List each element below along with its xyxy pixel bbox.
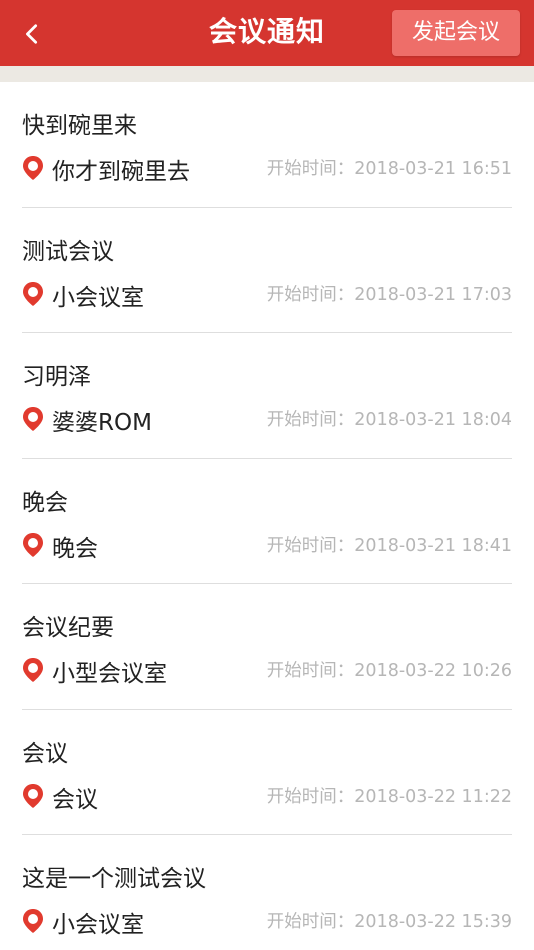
meeting-list-item[interactable]: 快到碗里来 你才到碗里去 开始时间：2018-03-21 16:51 <box>0 82 534 208</box>
meeting-location: 你才到碗里去 <box>52 159 190 185</box>
location-pin-icon <box>23 909 43 933</box>
meeting-title: 会议 <box>22 740 68 767</box>
meeting-list-item[interactable]: 会议 会议 开始时间：2018-03-22 11:22 <box>0 710 534 835</box>
meeting-start-time: 开始时间：2018-03-22 11:22 <box>266 786 512 807</box>
meeting-list: 快到碗里来 你才到碗里去 开始时间：2018-03-21 16:51 测试会议 … <box>0 82 534 950</box>
meeting-start-time: 开始时间：2018-03-22 10:26 <box>266 661 512 681</box>
meeting-location: 婆婆ROM <box>52 410 152 436</box>
meeting-list-item[interactable]: 会议纪要 小型会议室 开始时间：2018-03-22 10:26 <box>0 584 534 710</box>
meeting-title: 晚会 <box>22 489 68 516</box>
meeting-start-time: 开始时间：2018-03-21 18:41 <box>266 535 512 556</box>
location-pin-icon <box>23 281 43 306</box>
meeting-title: 会议纪要 <box>22 615 114 641</box>
location-pin-icon <box>23 532 43 557</box>
meeting-title: 习明泽 <box>22 364 91 390</box>
meeting-location: 晚会 <box>52 535 98 562</box>
meeting-location: 小会议室 <box>52 912 144 938</box>
meeting-start-time: 开始时间：2018-03-21 18:04 <box>266 410 512 430</box>
header-gap <box>0 66 534 82</box>
meeting-location: 会议 <box>52 786 98 813</box>
start-meeting-button[interactable]: 发起会议 <box>392 10 520 56</box>
meeting-title: 快到碗里来 <box>22 113 137 139</box>
meeting-start-time: 开始时间：2018-03-21 17:03 <box>266 284 512 305</box>
location-pin-icon <box>23 658 43 682</box>
location-pin-icon <box>23 156 43 180</box>
meeting-list-item[interactable]: 测试会议 小会议室 开始时间：2018-03-21 17:03 <box>0 208 534 333</box>
location-pin-icon <box>23 783 43 808</box>
location-pin-icon <box>23 407 43 431</box>
meeting-title: 这是一个测试会议 <box>22 866 206 892</box>
app-header: 会议通知 发起会议 <box>0 0 534 66</box>
meeting-list-item[interactable]: 晚会 晚会 开始时间：2018-03-21 18:41 <box>0 459 534 584</box>
meeting-location: 小型会议室 <box>52 661 167 687</box>
meeting-location: 小会议室 <box>52 284 144 311</box>
meeting-list-item[interactable]: 习明泽 婆婆ROM 开始时间：2018-03-21 18:04 <box>0 333 534 459</box>
meeting-start-time: 开始时间：2018-03-21 16:51 <box>266 159 512 179</box>
meeting-title: 测试会议 <box>22 238 114 265</box>
meeting-list-item[interactable]: 这是一个测试会议 小会议室 开始时间：2018-03-22 15:39 <box>0 835 534 950</box>
meeting-start-time: 开始时间：2018-03-22 15:39 <box>266 912 512 932</box>
